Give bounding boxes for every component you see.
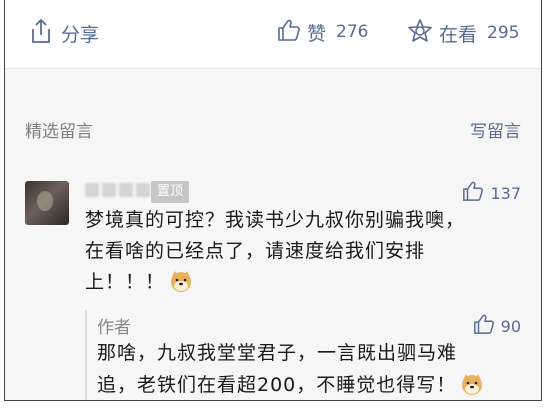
- doge-emoji-icon: [460, 372, 484, 400]
- doge-emoji-icon: [169, 269, 193, 303]
- avatar[interactable]: [25, 181, 69, 225]
- avatar-face: [37, 191, 53, 211]
- reply-line-text: 追，老铁们在看超200，不睡觉也得写！: [97, 374, 457, 396]
- article-footer-frame: 分享 赞 276 在看 295 精选留言 写留言 置顶 137 梦境真的可控？我…: [4, 0, 542, 401]
- wow-star-icon: [407, 18, 433, 48]
- reply-author-label: 作者: [97, 318, 131, 338]
- comments-section-title: 精选留言: [25, 122, 93, 142]
- reply-line-last: 追，老铁们在看超200，不睡觉也得写！: [97, 369, 527, 400]
- action-bar: 分享 赞 276 在看 295: [5, 0, 541, 69]
- comment-text: 梦境真的可控？我读书少九叔你别骗我噢， 在看啥的已经点了，请速度给我们安排 上！…: [85, 205, 515, 303]
- share-icon: [29, 18, 53, 48]
- pinned-badge: 置顶: [151, 181, 190, 203]
- blurred-char: [85, 183, 99, 197]
- thumbs-up-icon: [277, 18, 301, 46]
- reply-like-count: 90: [500, 316, 521, 336]
- blurred-char: [102, 183, 116, 197]
- like-count: 276: [336, 22, 369, 42]
- comment-like-button[interactable]: 137: [462, 180, 521, 206]
- comment-line: 在看啥的已经点了，请速度给我们安排: [85, 240, 426, 262]
- blurred-char: [119, 183, 133, 197]
- comment-line-text: 上！！！: [85, 271, 166, 293]
- share-label: 分享: [61, 23, 100, 46]
- comment-line-last: 上！！！: [85, 267, 515, 303]
- wow-count: 295: [487, 23, 520, 43]
- write-comment-link[interactable]: 写留言: [470, 117, 521, 142]
- comment-line: 梦境真的可控？我读书少九叔你别骗我噢，: [85, 209, 466, 231]
- wow-label: 在看: [439, 23, 478, 46]
- thumbs-up-icon: [462, 180, 484, 206]
- comment-like-count: 137: [490, 183, 521, 203]
- commenter-nickname-blurred: [85, 183, 150, 197]
- blurred-char: [136, 183, 150, 197]
- like-button[interactable]: 赞 276: [277, 18, 368, 46]
- wow-button[interactable]: 在看 295: [407, 18, 519, 48]
- reply-line: 那啥，九叔我堂堂君子，一言既出驷马难: [97, 342, 458, 364]
- reply-text: 那啥，九叔我堂堂君子，一言既出驷马难 追，老铁们在看超200，不睡觉也得写！: [97, 337, 527, 400]
- thumbs-up-icon: [473, 313, 495, 339]
- share-button[interactable]: 分享: [29, 18, 99, 48]
- reply-like-button[interactable]: 90: [473, 313, 521, 339]
- like-label: 赞: [307, 22, 327, 45]
